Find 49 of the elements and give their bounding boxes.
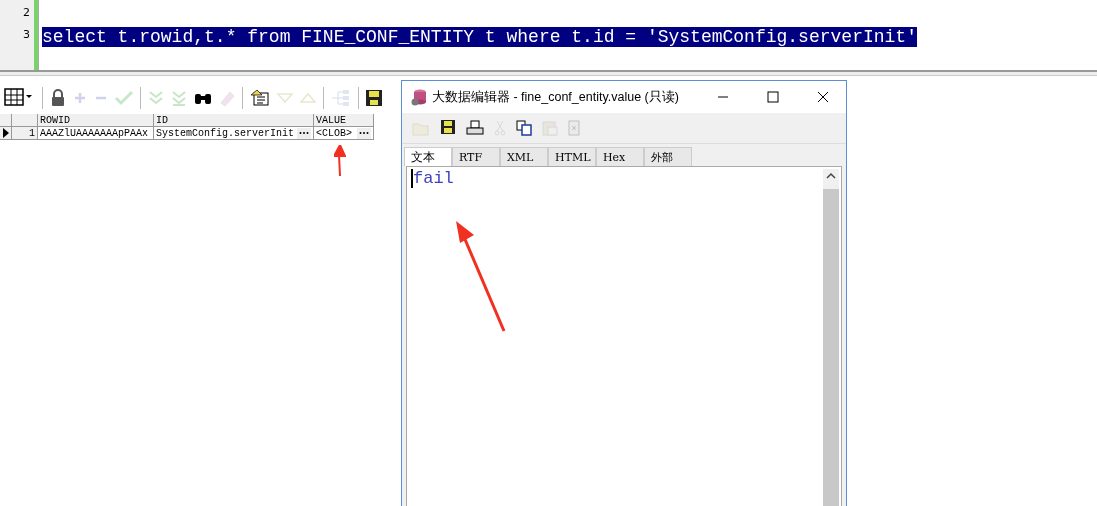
more-button[interactable] [297,127,311,139]
text-area[interactable]: fail [406,166,842,506]
column-header[interactable]: ROWID [38,114,154,127]
scissors-icon [494,120,506,136]
tab[interactable]: XML [500,147,548,166]
scroll-up-icon [823,169,839,189]
chevron-bar-icon [170,89,188,107]
header-cell [12,114,38,127]
annotation-arrow [334,145,346,177]
tab[interactable]: 文本 [404,147,452,166]
cell-text: AAAZlUAAAAAAApPAAx [40,127,149,139]
triangle-up-icon [299,91,317,105]
blank-page-icon [568,120,580,136]
tab[interactable]: HTML [548,147,596,166]
double-chevron-icon [147,89,165,107]
window-title: 大数据编辑器 - fine_conf_entity.value (只读) [432,88,680,106]
cell-text: <CLOB> [316,127,352,139]
line-number: 3 [23,27,30,43]
plus-icon [72,90,88,106]
tab[interactable]: RTF [452,147,500,166]
copy-icon [516,120,532,136]
eraser-icon [218,89,236,107]
tab[interactable]: Hex [596,147,644,166]
lock-icon [49,88,67,108]
sql-statement: select t.rowid,t.* from FINE_CONF_ENTITY t where t.id = 'SystemConfig.serverInit' [42,27,917,47]
print-button[interactable] [464,118,486,138]
column-header[interactable]: ID [154,114,314,127]
dots-icon [299,131,309,135]
tree-icon [330,89,352,107]
more-button[interactable] [357,127,371,139]
close-icon [817,91,829,103]
tab[interactable]: 外部 [644,147,692,166]
dots-icon [359,131,369,135]
line-number: 2 [23,5,30,21]
database-icon [410,88,428,106]
maximize-icon [767,91,779,103]
scrollbar[interactable] [823,169,839,506]
row-number: 1 [12,127,38,140]
field-value: fail [411,169,454,188]
column-header[interactable]: VALUE [314,114,374,127]
triangle-down-icon [276,91,294,105]
cell-text: SystemConfig.serverInit [156,127,295,139]
folder-icon [412,120,430,136]
printer-icon [466,120,484,136]
copy-button[interactable] [514,118,534,138]
save-button[interactable] [363,87,385,109]
header-cell [0,114,12,127]
document-icon [249,89,271,107]
checkmark-icon [114,90,134,106]
